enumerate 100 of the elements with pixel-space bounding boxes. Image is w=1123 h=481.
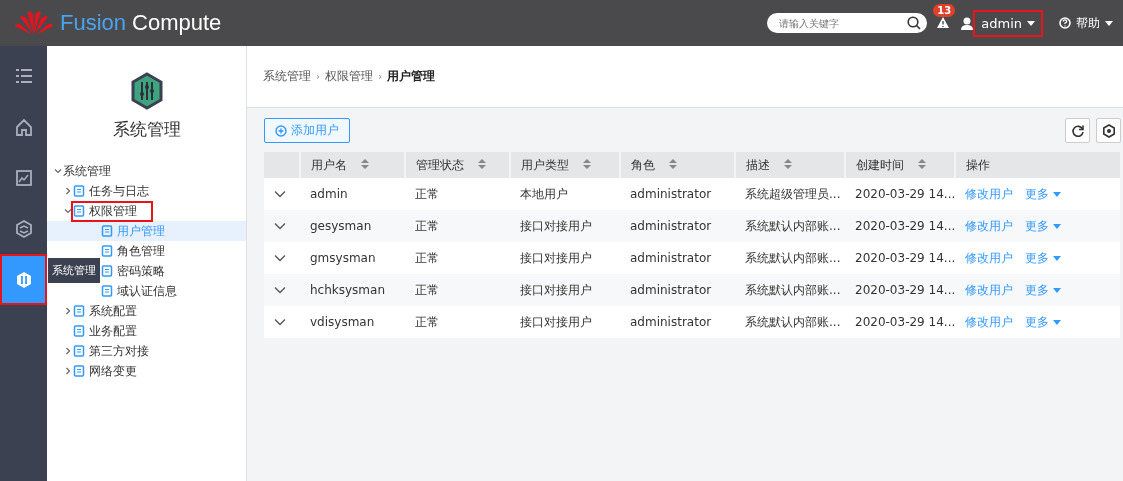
sidebar-title: 系统管理	[111, 118, 182, 141]
page-icon	[73, 305, 85, 317]
table-cell: 正常	[405, 178, 510, 210]
user-icon	[961, 16, 974, 30]
hexagon-icon	[13, 218, 34, 239]
chevron-icon[interactable]	[64, 307, 72, 315]
search-box[interactable]: 请输入关键字	[767, 13, 928, 33]
sort-icon[interactable]	[477, 158, 486, 169]
table-cell: administrator	[620, 210, 735, 242]
chevron-down-icon[interactable]	[274, 318, 286, 326]
chevron-down-icon[interactable]	[274, 222, 286, 230]
tree-label: 用户管理	[117, 222, 165, 240]
tree-label: 密码策略	[117, 262, 165, 280]
search-icon	[907, 16, 922, 30]
table-cell: 接口对接用户	[510, 274, 620, 306]
refresh-button[interactable]	[1065, 118, 1090, 143]
column-header: 操作	[955, 152, 1120, 178]
tree-label: 域认证信息	[117, 282, 177, 300]
table-cell: 正常	[405, 274, 510, 306]
sort-icon[interactable]	[917, 158, 926, 169]
chevron-down-icon[interactable]	[274, 254, 286, 262]
table-cell: 正常	[405, 210, 510, 242]
column-header[interactable]: 用户名	[300, 152, 405, 178]
caret-icon	[1053, 191, 1061, 197]
table-cell: hchksysman	[300, 274, 405, 306]
user-menu[interactable]: admin	[973, 9, 1043, 37]
chevron-icon[interactable]	[64, 367, 72, 375]
tree-item[interactable]: 网络变更	[71, 360, 153, 382]
tree-item[interactable]: 权限管理	[71, 200, 153, 222]
sort-icon[interactable]	[582, 158, 591, 169]
column-header[interactable]: 描述	[735, 152, 845, 178]
column-header[interactable]: 角色	[620, 152, 735, 178]
chevron-icon[interactable]	[64, 207, 72, 215]
caret-icon	[1105, 20, 1113, 26]
settings-button[interactable]	[1096, 118, 1121, 143]
table-cell: administrator	[620, 306, 735, 338]
chevron-icon[interactable]	[54, 167, 62, 175]
chevron-down-icon[interactable]	[274, 286, 286, 294]
table-cell: 系统默认内部账...	[735, 306, 845, 338]
tree-label: 系统配置	[89, 302, 137, 320]
help-menu[interactable]: 帮助	[1053, 13, 1119, 33]
tree-item[interactable]: 域认证信息	[99, 280, 193, 302]
page-icon	[101, 265, 113, 277]
tree-label: 任务与日志	[89, 182, 149, 200]
breadcrumb-link[interactable]: 系统管理	[263, 68, 311, 85]
column-header[interactable]: 管理状态	[405, 152, 510, 178]
tree-item[interactable]: 任务与日志	[71, 180, 165, 202]
caret-icon	[1053, 319, 1061, 325]
tree-label: 业务配置	[89, 322, 137, 340]
sort-icon[interactable]	[668, 158, 677, 169]
chevron-icon[interactable]	[64, 347, 72, 355]
caret-icon	[1053, 255, 1061, 261]
search-field[interactable]: 请输入关键字	[777, 16, 908, 30]
help-icon	[1059, 17, 1071, 29]
table-cell: 系统超级管理员...	[735, 178, 845, 210]
tree-item[interactable]: 密码策略	[99, 260, 181, 282]
caret-icon	[1027, 20, 1035, 26]
alarm-badge: 13	[933, 4, 956, 17]
table-cell: 2020-03-29 14...	[845, 210, 955, 242]
chevron-down-icon[interactable]	[274, 190, 286, 198]
page-icon	[101, 225, 113, 237]
table-cell: 接口对接用户	[510, 306, 620, 338]
caret-icon	[1053, 287, 1061, 293]
brand-name: Compute	[132, 10, 222, 36]
tree-item[interactable]: 业务配置	[71, 320, 153, 342]
system-logo-icon	[129, 72, 164, 110]
tree-item[interactable]: 角色管理	[99, 240, 181, 262]
table-cell: 系统默认内部账...	[735, 274, 845, 306]
table-cell: 2020-03-29 14...	[845, 306, 955, 338]
breadcrumb-current: 用户管理	[387, 68, 435, 85]
tree-label: 系统管理	[63, 162, 111, 180]
tree-item[interactable]: 系统管理	[61, 160, 127, 182]
table-cell: gmsysman	[300, 242, 405, 274]
table-cell: administrator	[620, 242, 735, 274]
chevron-icon[interactable]	[64, 187, 72, 195]
tree-item[interactable]: 系统配置	[71, 300, 153, 322]
table-cell: 系统默认内部账...	[735, 242, 845, 274]
column-header[interactable]: 用户类型	[510, 152, 620, 178]
home-icon	[13, 116, 34, 137]
column-header[interactable]: 创建时间	[845, 152, 955, 178]
page-icon	[73, 345, 85, 357]
table-cell: 本地用户	[510, 178, 620, 210]
table-cell: admin	[300, 178, 405, 210]
warning-icon[interactable]	[937, 17, 950, 29]
breadcrumb-link[interactable]: 权限管理	[325, 68, 373, 85]
breadcrumb-separator: ›	[316, 71, 320, 82]
table-cell: vdisysman	[300, 306, 405, 338]
sort-icon[interactable]	[783, 158, 792, 169]
page-icon	[101, 285, 113, 297]
tree-item[interactable]: 第三方对接	[71, 340, 165, 362]
page-icon	[73, 325, 85, 337]
table-cell: 2020-03-29 14...	[845, 242, 955, 274]
table-cell: 正常	[405, 306, 510, 338]
table-cell: 接口对接用户	[510, 210, 620, 242]
page-icon	[73, 365, 85, 377]
settings-icon	[1101, 123, 1116, 138]
table-cell: gesysman	[300, 210, 405, 242]
page-icon	[73, 185, 85, 197]
sort-icon[interactable]	[360, 158, 369, 169]
page-icon	[73, 205, 85, 217]
